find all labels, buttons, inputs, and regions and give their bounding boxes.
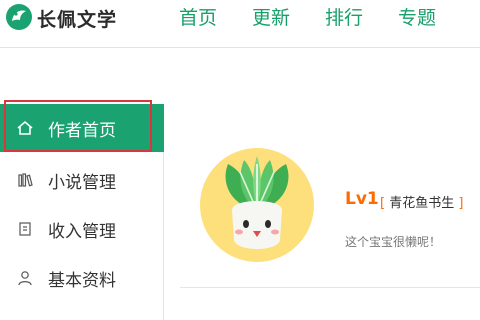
author-title: [ 青花鱼书生 ] (380, 192, 463, 211)
sidebar-item-label: 作者首页 (48, 121, 116, 141)
sidebar-item-income-management[interactable]: 收入管理 (0, 205, 164, 253)
nav-rankings[interactable]: 排行 (325, 3, 363, 30)
site-logo[interactable]: 长佩文学 (4, 2, 154, 32)
nav-topics[interactable]: 专题 (398, 3, 436, 30)
site-name: 长佩文学 (37, 9, 118, 31)
nav-home[interactable]: 首页 (179, 3, 217, 30)
logo-icon (6, 4, 32, 30)
books-icon (18, 173, 33, 187)
nav-updates[interactable]: 更新 (252, 3, 290, 30)
sidebar: 作者首页 小说管理 收入管理 基本资料 (0, 104, 164, 320)
signature-text: 这个宝宝很懒呢！ (345, 235, 442, 249)
title-bracket-close: ] (458, 196, 464, 211)
top-navigation: 长佩文学 首页 更新 排行 专题 (0, 0, 480, 48)
user-icon (18, 271, 32, 286)
sidebar-item-basic-profile[interactable]: 基本资料 (0, 254, 164, 302)
sidebar-item-label: 小说管理 (48, 173, 116, 193)
home-icon (17, 120, 33, 135)
author-title-text: 青花鱼书生 (389, 196, 455, 211)
sidebar-item-label: 收入管理 (48, 222, 116, 242)
ledger-icon (19, 222, 31, 236)
avatar[interactable] (192, 140, 322, 270)
sidebar-item-novel-management[interactable]: 小说管理 (0, 156, 164, 204)
title-bracket-open: [ (380, 196, 386, 211)
sidebar-item-author-home[interactable]: 作者首页 (0, 104, 164, 152)
page: 长佩文学 首页 更新 排行 专题 作者首页 小说管理 收入管理 基本资料 Lv1… (0, 0, 480, 320)
section-divider (180, 287, 480, 288)
level-badge: Lv1 (345, 189, 379, 209)
sidebar-item-label: 基本资料 (48, 271, 116, 291)
